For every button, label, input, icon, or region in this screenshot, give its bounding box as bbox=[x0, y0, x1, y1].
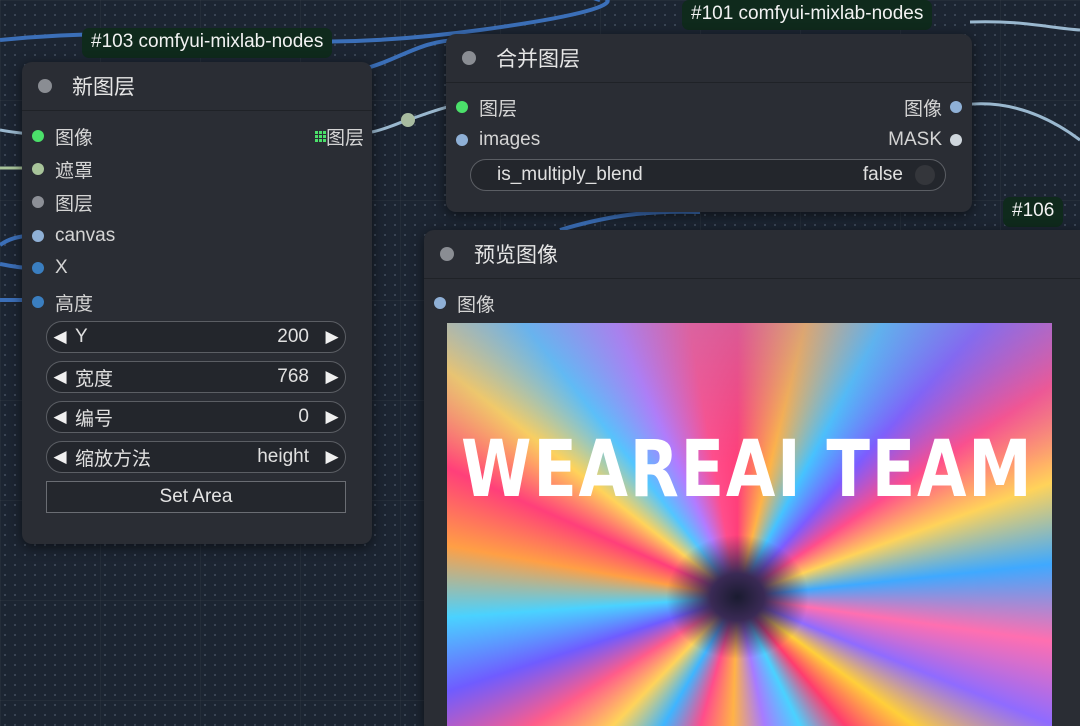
increment-arrow-icon[interactable]: ▶ bbox=[319, 447, 345, 467]
input-slot-x[interactable]: X bbox=[32, 255, 68, 281]
input-dot-icon[interactable] bbox=[32, 163, 44, 175]
widget-index-label: 编号 bbox=[75, 408, 114, 430]
output-slot-layer[interactable]: 图层 bbox=[307, 123, 364, 149]
input-dot-icon[interactable] bbox=[32, 230, 44, 242]
toggle-is-multiply-blend[interactable]: is_multiply_blend false bbox=[470, 159, 946, 191]
widget-scale-method-value[interactable]: height bbox=[257, 446, 319, 468]
decrement-arrow-icon[interactable]: ◀ bbox=[47, 367, 73, 387]
node-preview-image-header[interactable]: 预览图像 bbox=[424, 230, 1080, 279]
widget-scale-method[interactable]: ◀ 缩放方法 height ▶ bbox=[46, 441, 346, 473]
node-merge-layers[interactable]: 合并图层 图层 images 图像 MASK is_multiply_blend… bbox=[446, 34, 972, 212]
output-label-mask: MASK bbox=[888, 129, 942, 150]
widget-width[interactable]: ◀ 宽度 768 ▶ bbox=[46, 361, 346, 393]
increment-arrow-icon[interactable]: ▶ bbox=[319, 367, 345, 387]
widget-width-label: 宽度 bbox=[75, 368, 114, 390]
input-slot-canvas[interactable]: canvas bbox=[32, 223, 115, 249]
input-dot-icon[interactable] bbox=[456, 101, 468, 113]
node-101-badge: #101 comfyui-mixlab-nodes bbox=[682, 0, 933, 30]
decrement-arrow-icon[interactable]: ◀ bbox=[47, 327, 73, 347]
node-preview-image-title: 预览图像 bbox=[474, 244, 558, 267]
node-106-badge: #106 bbox=[1003, 197, 1064, 227]
input-slot-image[interactable]: 图像 bbox=[32, 123, 93, 149]
node-new-layer[interactable]: 新图层 图像 遮罩 图层 canvas X 高度 图层 ◀ Y 200 ▶ ◀ … bbox=[22, 62, 372, 544]
input-dot-icon[interactable] bbox=[32, 296, 44, 308]
input-dot-icon[interactable] bbox=[32, 262, 44, 274]
widget-index[interactable]: ◀ 编号 0 ▶ bbox=[46, 401, 346, 433]
output-slot-image[interactable]: 图像 bbox=[904, 94, 962, 120]
node-103-badge: #103 comfyui-mixlab-nodes bbox=[82, 28, 333, 58]
decrement-arrow-icon[interactable]: ◀ bbox=[47, 447, 73, 467]
toggle-switch-icon[interactable] bbox=[915, 165, 935, 185]
increment-arrow-icon[interactable]: ▶ bbox=[319, 327, 345, 347]
widget-y-label: Y bbox=[75, 326, 88, 347]
collapse-dot-icon[interactable] bbox=[440, 247, 454, 261]
wire-pale-top-right bbox=[969, 20, 1080, 32]
input-dot-icon[interactable] bbox=[32, 130, 44, 142]
input-slot-layer[interactable]: 图层 bbox=[32, 189, 93, 215]
input-label-height: 高度 bbox=[55, 293, 94, 315]
input-label-images: images bbox=[479, 129, 541, 150]
input-slot-height[interactable]: 高度 bbox=[32, 289, 93, 315]
input-label-layers: 图层 bbox=[479, 98, 518, 120]
wire-blue-top-right bbox=[359, 38, 461, 72]
output-slot-mask[interactable]: MASK bbox=[888, 127, 962, 153]
wire-reroute-dot[interactable] bbox=[401, 113, 415, 127]
preview-image-headline: WEAREAI TEAM bbox=[461, 425, 1034, 515]
node-merge-layers-header[interactable]: 合并图层 bbox=[446, 34, 972, 83]
wire-pale-mid bbox=[371, 103, 457, 134]
node-new-layer-header[interactable]: 新图层 bbox=[22, 62, 372, 111]
collapse-dot-icon[interactable] bbox=[462, 51, 476, 65]
collapse-dot-icon[interactable] bbox=[38, 79, 52, 93]
decrement-arrow-icon[interactable]: ◀ bbox=[47, 407, 73, 427]
preview-image[interactable]: WEAREAI TEAM bbox=[447, 323, 1052, 726]
node-merge-layers-title: 合并图层 bbox=[496, 48, 580, 71]
input-slot-preview-image[interactable]: 图像 bbox=[434, 290, 495, 316]
input-slot-layers[interactable]: 图层 bbox=[456, 94, 517, 120]
set-area-button[interactable]: Set Area bbox=[46, 481, 346, 513]
input-slot-mask[interactable]: 遮罩 bbox=[32, 156, 93, 182]
toggle-label: is_multiply_blend bbox=[497, 164, 643, 185]
widget-width-value[interactable]: 768 bbox=[277, 366, 319, 388]
grid-output-icon[interactable] bbox=[314, 130, 326, 142]
input-label-preview-image: 图像 bbox=[457, 294, 496, 316]
widget-y-value[interactable]: 200 bbox=[277, 326, 319, 348]
output-label-image: 图像 bbox=[903, 98, 942, 120]
output-dot-icon[interactable] bbox=[950, 101, 962, 113]
widget-y[interactable]: ◀ Y 200 ▶ bbox=[46, 321, 346, 353]
input-dot-icon[interactable] bbox=[434, 297, 446, 309]
input-label-layer: 图层 bbox=[55, 193, 94, 215]
input-label-mask: 遮罩 bbox=[55, 160, 94, 182]
toggle-value: false bbox=[862, 164, 903, 185]
input-dot-icon[interactable] bbox=[32, 196, 44, 208]
input-label-image: 图像 bbox=[55, 127, 94, 149]
input-label-x: X bbox=[55, 257, 68, 278]
input-label-canvas: canvas bbox=[55, 225, 116, 246]
increment-arrow-icon[interactable]: ▶ bbox=[319, 407, 345, 427]
widget-scale-method-label: 缩放方法 bbox=[75, 448, 152, 470]
output-dot-icon[interactable] bbox=[950, 134, 962, 146]
wire-blue-lower bbox=[559, 209, 701, 232]
wire-pale-right bbox=[961, 102, 1080, 142]
widget-index-value[interactable]: 0 bbox=[298, 406, 319, 428]
input-slot-images[interactable]: images bbox=[456, 127, 540, 153]
output-label-layer: 图层 bbox=[325, 127, 364, 149]
input-dot-icon[interactable] bbox=[456, 134, 468, 146]
node-new-layer-title: 新图层 bbox=[72, 76, 135, 99]
